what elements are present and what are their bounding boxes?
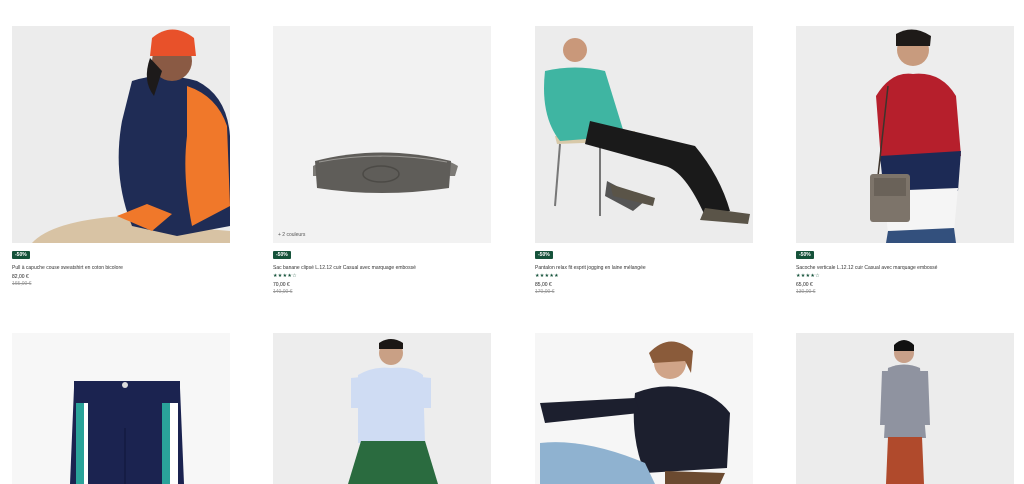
product-price: 70,00 €	[273, 282, 290, 288]
rating-stars: ★★★★☆	[273, 273, 297, 279]
product-old-price: 130,00 €	[796, 289, 816, 295]
product-grid: -50% Pull à capuche couse sweatshirt en …	[0, 0, 1024, 484]
product-price: 85,00 €	[535, 282, 552, 288]
product-photo-crossbody-bag	[796, 26, 1014, 243]
product-image[interactable]	[12, 26, 230, 243]
product-old-price: 165,00 €	[12, 281, 32, 287]
product-photo-dark-shirt	[535, 333, 753, 484]
product-card[interactable]	[273, 333, 491, 484]
product-old-price: 140,00 €	[273, 289, 293, 295]
product-image[interactable]: + 2 couleurs	[273, 26, 491, 243]
product-photo-short-sleeve-shirt	[273, 333, 491, 484]
product-image[interactable]	[535, 26, 753, 243]
product-name[interactable]: Sacoche verticale L.12.12 cuir Casual av…	[796, 265, 1014, 271]
product-image[interactable]	[535, 333, 753, 484]
product-card[interactable]	[535, 333, 753, 484]
product-image[interactable]	[12, 333, 230, 484]
product-image[interactable]	[796, 333, 1014, 484]
product-card[interactable]: -50% Sacoche verticale L.12.12 cuir Casu…	[796, 26, 1014, 295]
product-photo-seated-man	[535, 26, 753, 243]
product-card[interactable]	[796, 333, 1014, 484]
product-photo-hoodie	[12, 26, 230, 243]
product-card[interactable]: -50% Pantalon relax fit esprit jogging e…	[535, 26, 753, 295]
product-card[interactable]	[12, 333, 230, 484]
product-photo-track-pants	[12, 333, 230, 484]
product-price: 82,00 €	[12, 274, 29, 280]
product-card[interactable]: + 2 couleurs -50% Sac banane clipsé L.12…	[273, 26, 491, 295]
product-image[interactable]	[796, 26, 1014, 243]
product-name[interactable]: Pantalon relax fit esprit jogging en lai…	[535, 265, 753, 271]
rating-stars: ★★★★★	[535, 273, 559, 279]
discount-badge: -50%	[535, 251, 553, 259]
discount-badge: -50%	[796, 251, 814, 259]
product-image[interactable]	[273, 333, 491, 484]
colors-note: + 2 couleurs	[278, 232, 306, 238]
product-old-price: 170,00 €	[535, 289, 555, 295]
product-photo-belt-bag	[273, 26, 491, 243]
discount-badge: -50%	[273, 251, 291, 259]
product-price: 65,00 €	[796, 282, 813, 288]
rating-stars: ★★★★☆	[796, 273, 820, 279]
product-name[interactable]: Pull à capuche couse sweatshirt en coton…	[12, 265, 230, 271]
discount-badge: -50%	[12, 251, 30, 259]
product-name[interactable]: Sac banane clipsé L.12.12 cuir Casual av…	[273, 265, 491, 271]
product-photo-grey-shirt	[796, 333, 1014, 484]
product-card[interactable]: -50% Pull à capuche couse sweatshirt en …	[12, 26, 230, 287]
